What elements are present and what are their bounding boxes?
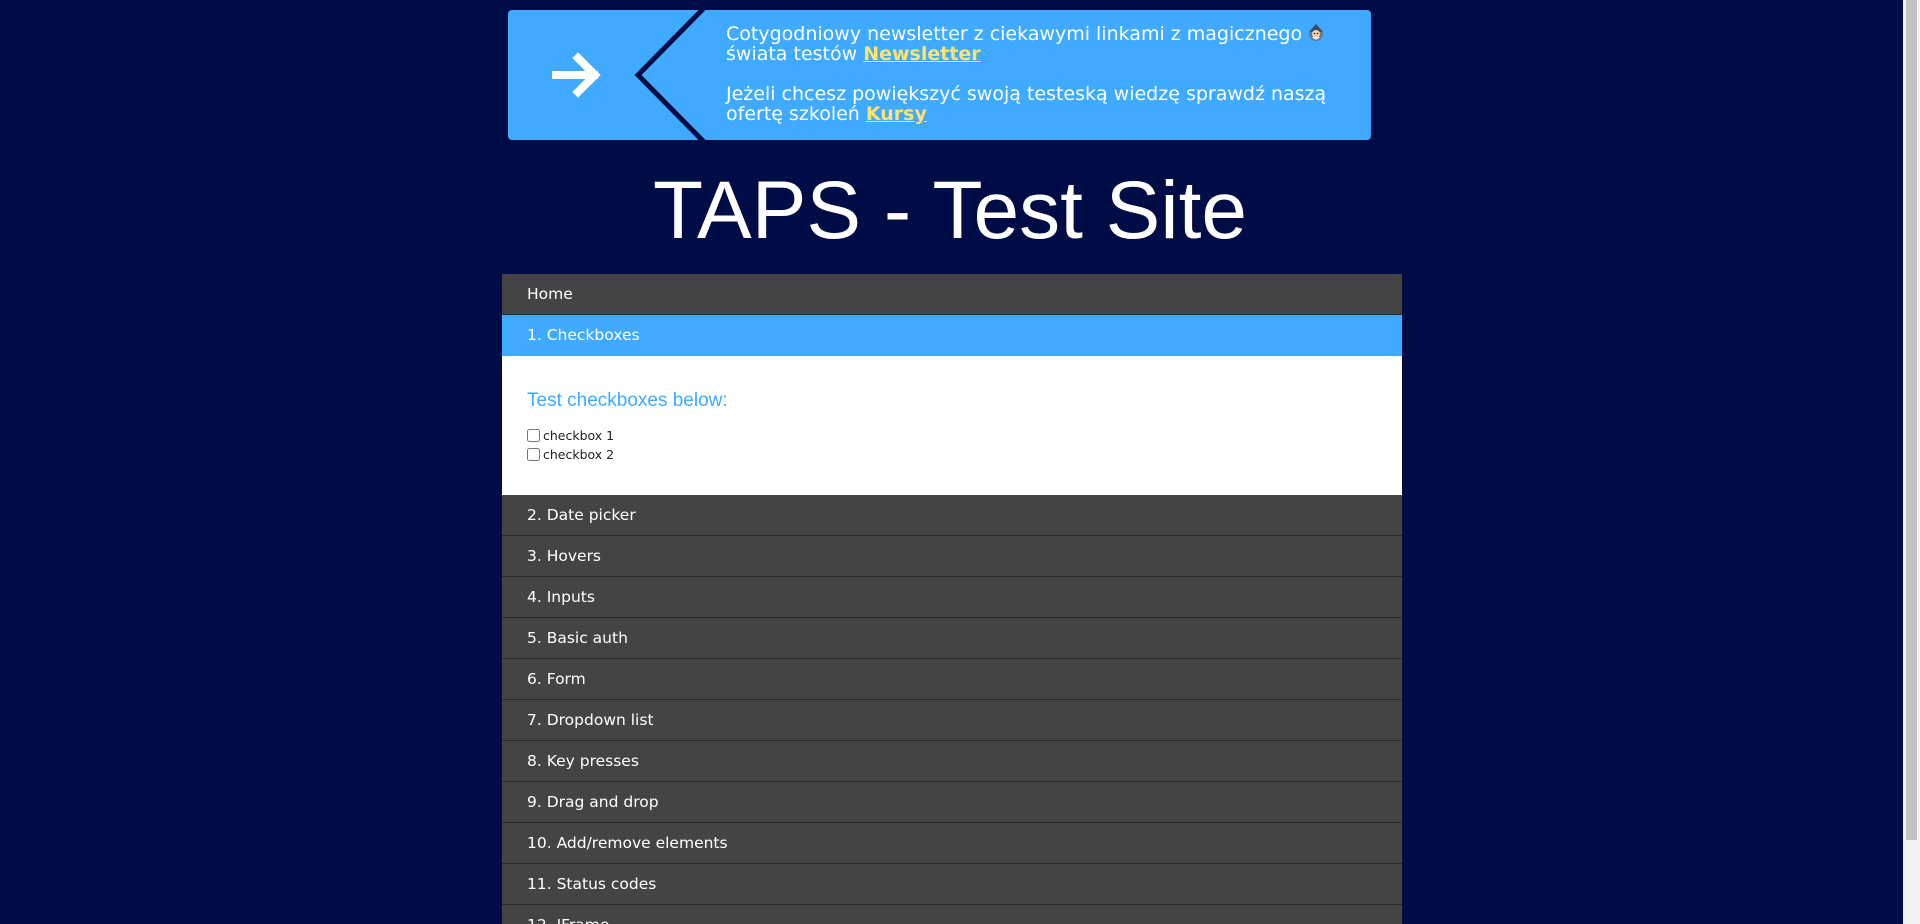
accordion-basic-auth[interactable]: 5. Basic auth xyxy=(502,618,1402,659)
accordion-dropdown-list[interactable]: 7. Dropdown list xyxy=(502,700,1402,741)
newsletter-paragraph: Cotygodniowy newsletter z ciekawymi link… xyxy=(726,23,1366,64)
vertical-scrollbar[interactable] xyxy=(1903,0,1920,924)
newsletter-link[interactable]: Newsletter xyxy=(863,43,980,65)
promo-banner: Cotygodniowy newsletter z ciekawymi link… xyxy=(508,10,1371,140)
accordion-key-presses[interactable]: 8. Key presses xyxy=(502,741,1402,782)
panel-heading: Test checkboxes below: xyxy=(527,390,728,411)
accordion-date-picker[interactable]: 2. Date picker xyxy=(502,495,1402,536)
accordion-iframe[interactable]: 12. IFrame xyxy=(502,905,1402,924)
newsletter-text: Cotygodniowy newsletter z ciekawymi link… xyxy=(726,23,1303,45)
accordion-status-codes[interactable]: 11. Status codes xyxy=(502,864,1402,905)
banner-text: Cotygodniowy newsletter z ciekawymi link… xyxy=(726,23,1366,140)
page-title: TAPS - Test Site xyxy=(653,165,1247,256)
arrow-right-icon xyxy=(552,52,601,98)
accordion-form[interactable]: 6. Form xyxy=(502,659,1402,700)
accordion-menu: Home 1. Checkboxes Test checkboxes below… xyxy=(502,274,1402,924)
checkboxes-panel: Test checkboxes below: checkbox 1 checkb… xyxy=(502,356,1402,495)
banner-arrow-area xyxy=(508,10,708,140)
checkbox-1[interactable] xyxy=(527,429,540,442)
accordion-home[interactable]: Home xyxy=(502,274,1402,315)
courses-link[interactable]: Kursy xyxy=(866,103,927,125)
courses-text: Jeżeli chcesz powiększyć swoją testeską … xyxy=(726,83,1327,125)
checkbox-1-label: checkbox 1 xyxy=(543,428,615,443)
page: Cotygodniowy newsletter z ciekawymi link… xyxy=(0,0,1920,924)
accordion-add-remove-elements[interactable]: 10. Add/remove elements xyxy=(502,823,1402,864)
accordion-hovers[interactable]: 3. Hovers xyxy=(502,536,1402,577)
checkbox-2-label: checkbox 2 xyxy=(543,447,615,462)
courses-paragraph: Jeżeli chcesz powiększyć swoją testeską … xyxy=(726,84,1366,124)
accordion-drag-and-drop[interactable]: 9. Drag and drop xyxy=(502,782,1402,823)
accordion-inputs[interactable]: 4. Inputs xyxy=(502,577,1402,618)
newsletter-text-2: świata testów xyxy=(726,43,858,65)
wizard-emoji-icon xyxy=(1309,24,1324,41)
checkbox-row-1: checkbox 1 xyxy=(527,426,1377,445)
checkbox-2[interactable] xyxy=(527,448,540,461)
accordion-checkboxes[interactable]: 1. Checkboxes xyxy=(502,315,1402,356)
checkbox-row-2: checkbox 2 xyxy=(527,445,1377,464)
banner-chevron-divider xyxy=(634,10,708,140)
scrollbar-thumb[interactable] xyxy=(1906,0,1917,840)
